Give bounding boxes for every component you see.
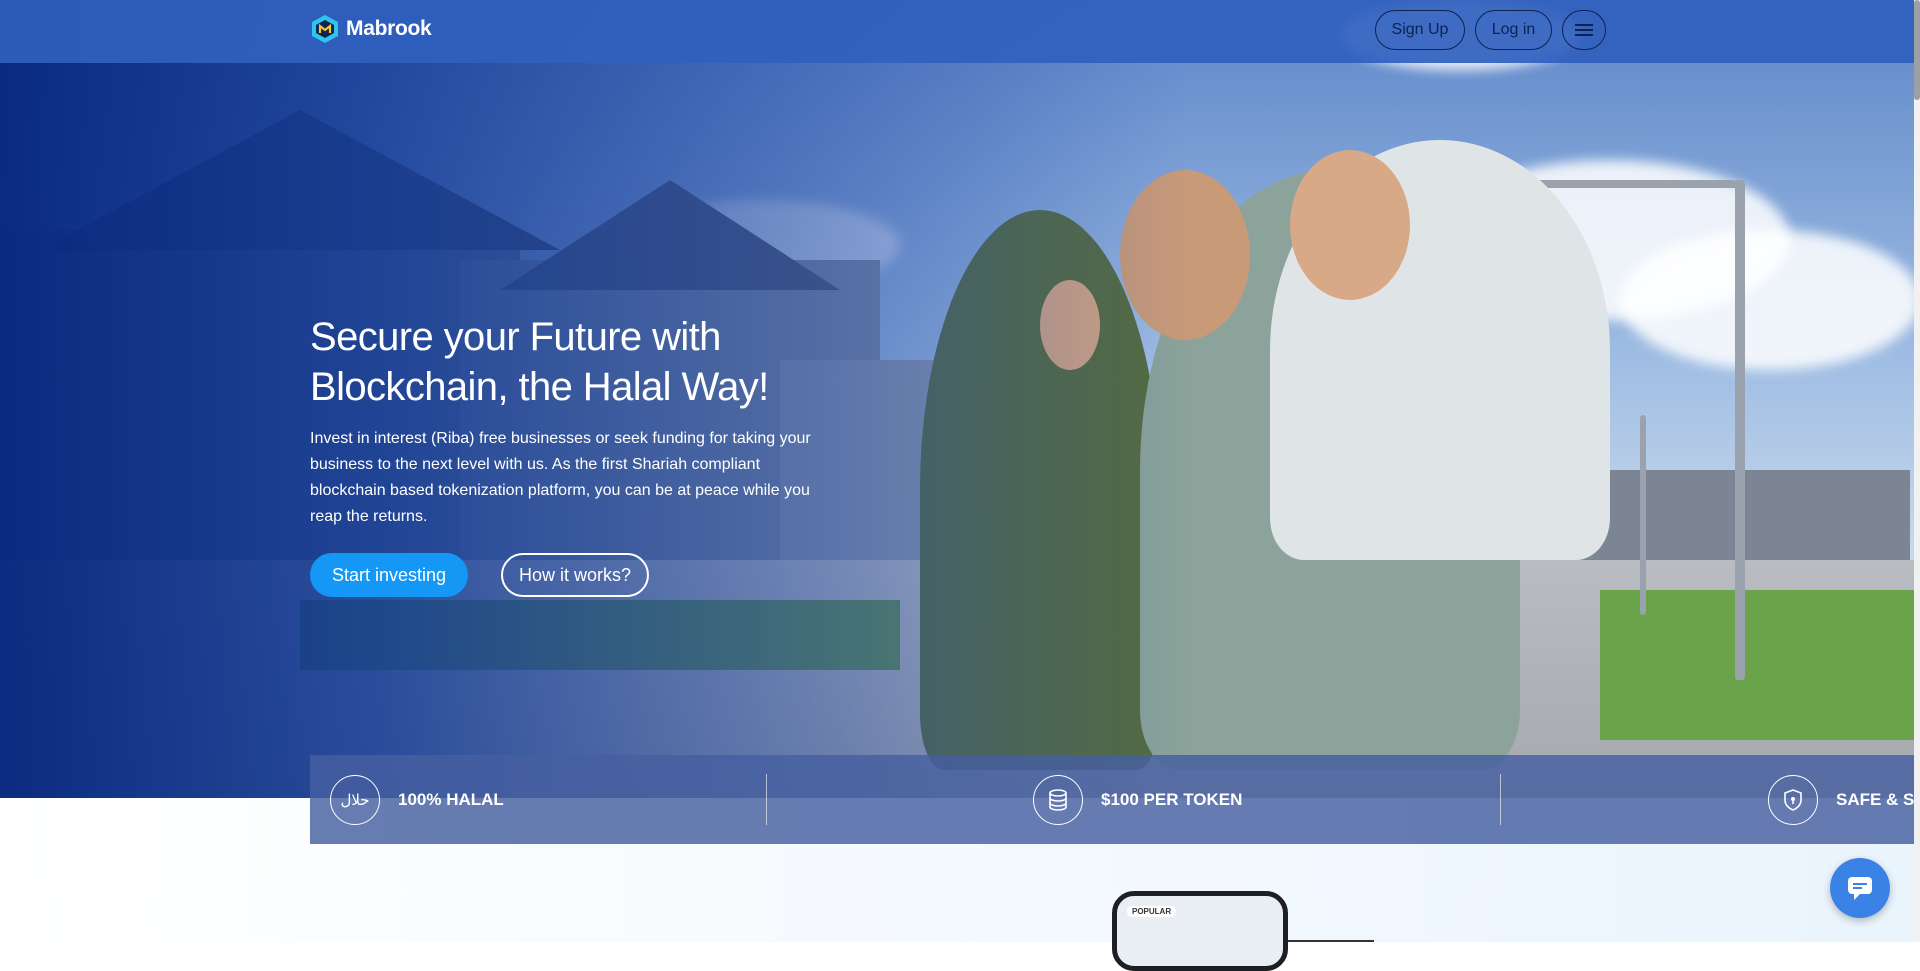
feature-token-price: $100 PER TOKEN xyxy=(1033,755,1242,844)
phone-preview: POPULAR xyxy=(1112,891,1288,971)
brand-logo[interactable]: Mabrook xyxy=(310,14,432,44)
feature-halal: حلال 100% HALAL xyxy=(330,755,504,844)
feature-safe: SAFE & SE xyxy=(1768,755,1920,844)
hamburger-icon xyxy=(1575,21,1593,39)
menu-button[interactable] xyxy=(1562,10,1606,50)
login-button[interactable]: Log in xyxy=(1475,10,1552,50)
chat-button[interactable] xyxy=(1830,858,1890,918)
feature-label: SAFE & SE xyxy=(1836,789,1920,809)
hexagon-m-logo-icon xyxy=(312,15,338,43)
feature-divider xyxy=(766,774,767,825)
top-navbar: Mabrook Sign Up Log in xyxy=(0,0,1920,63)
scrollbar-track[interactable] xyxy=(1914,0,1920,942)
hero-title: Secure your Future with Blockchain, the … xyxy=(310,315,769,409)
halal-icon: حلال xyxy=(330,774,380,825)
feature-label: $100 PER TOKEN xyxy=(1101,789,1243,809)
scrollbar-thumb[interactable] xyxy=(1914,0,1920,100)
start-investing-button[interactable]: Start investing xyxy=(310,553,468,597)
feature-strip: حلال 100% HALAL $100 PER TOKEN SAFE & SE xyxy=(310,755,1920,844)
signup-button[interactable]: Sign Up xyxy=(1375,10,1465,50)
feature-divider xyxy=(1500,774,1501,825)
chat-bubble-icon xyxy=(1848,877,1872,900)
hero-blue-overlay xyxy=(0,0,1920,798)
how-it-works-button[interactable]: How it works? xyxy=(501,553,649,597)
hero-subtitle: Invest in interest (Riba) free businesse… xyxy=(310,430,811,525)
shield-icon xyxy=(1768,774,1818,825)
coins-stack-icon xyxy=(1033,774,1083,825)
popular-badge: POPULAR xyxy=(1127,906,1177,917)
feature-label: 100% HALAL xyxy=(398,789,504,809)
brand-name: Mabrook xyxy=(346,17,432,40)
